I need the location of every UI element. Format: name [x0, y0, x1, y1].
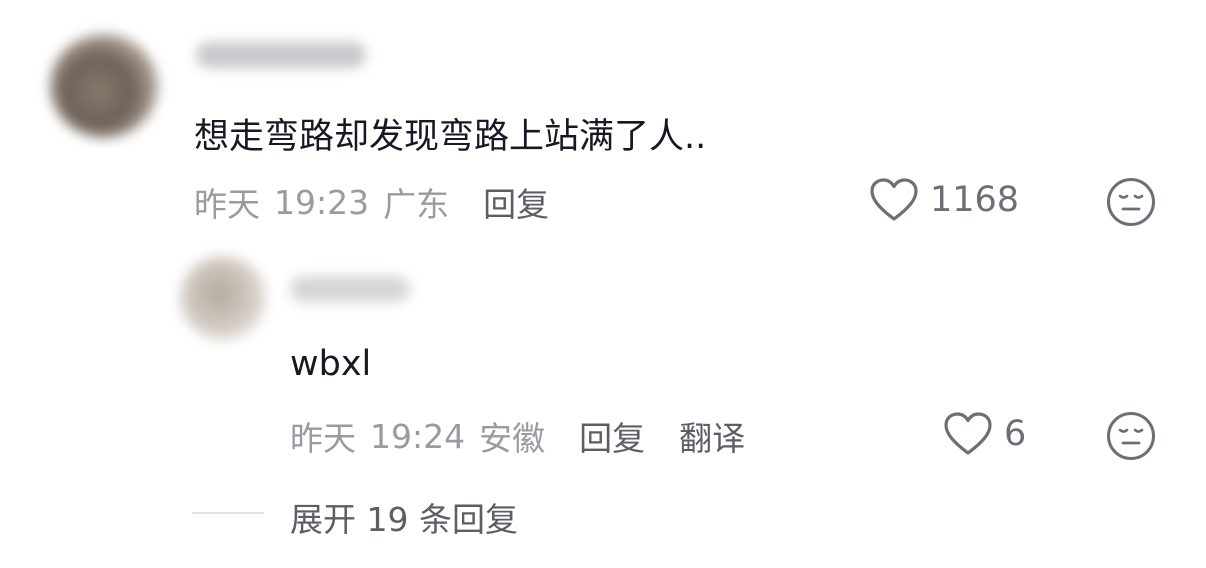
comment-time: 19:23	[274, 182, 370, 222]
heart-outline-icon	[944, 412, 992, 455]
comment-date: 昨天	[194, 185, 260, 224]
reply-time: 19:24	[370, 416, 466, 456]
reply-date: 昨天	[290, 419, 356, 458]
like-button[interactable]: 1168	[868, 176, 1019, 224]
comment-meta: 昨天 19:23 广东 回复	[194, 178, 549, 226]
reply-like-button[interactable]: 6	[942, 410, 1026, 458]
meh-face-icon[interactable]	[1106, 177, 1156, 227]
meh-face-icon[interactable]	[1106, 411, 1156, 461]
like-count: 1168	[930, 180, 1020, 220]
translate-button[interactable]: 翻译	[679, 412, 745, 460]
reply-button[interactable]: 回复	[483, 178, 549, 226]
reply-text: wbxl	[290, 344, 372, 384]
username-blurred[interactable]	[196, 42, 366, 68]
expand-divider	[192, 512, 264, 514]
avatar[interactable]	[50, 34, 158, 138]
reply-location: 安徽	[479, 419, 546, 458]
comment-location: 广东	[383, 185, 450, 224]
reply-avatar[interactable]	[180, 256, 266, 340]
reply-reply-button[interactable]: 回复	[579, 412, 645, 460]
reply-like-count: 6	[1004, 414, 1027, 454]
heart-outline-icon	[870, 178, 918, 221]
reply-username-blurred[interactable]	[290, 276, 410, 302]
reply-meta: 昨天 19:24 安徽 回复 翻译	[290, 412, 745, 460]
comment-thread: 想走弯路却发现弯路上站满了人.. 昨天 19:23 广东 回复 1168 wbx…	[0, 0, 1206, 568]
expand-replies-button[interactable]: 展开 19 条回复	[290, 493, 518, 541]
comment-text: 想走弯路却发现弯路上站满了人..	[194, 117, 707, 157]
